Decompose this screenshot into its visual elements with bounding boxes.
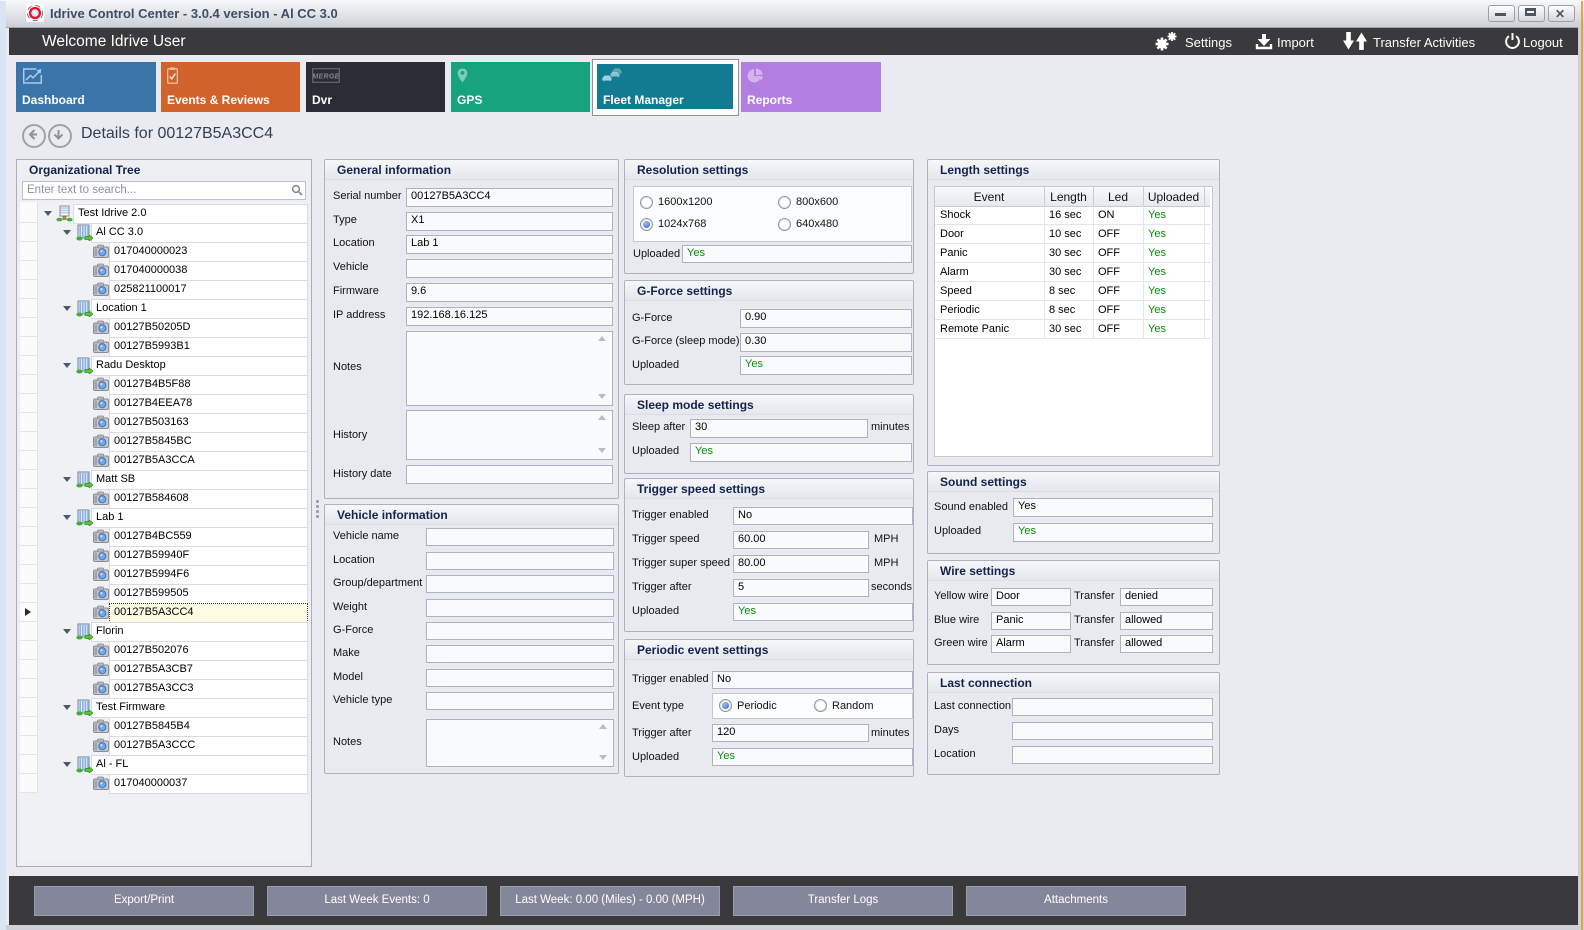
svg-text:MERGE: MERGE xyxy=(312,74,339,81)
